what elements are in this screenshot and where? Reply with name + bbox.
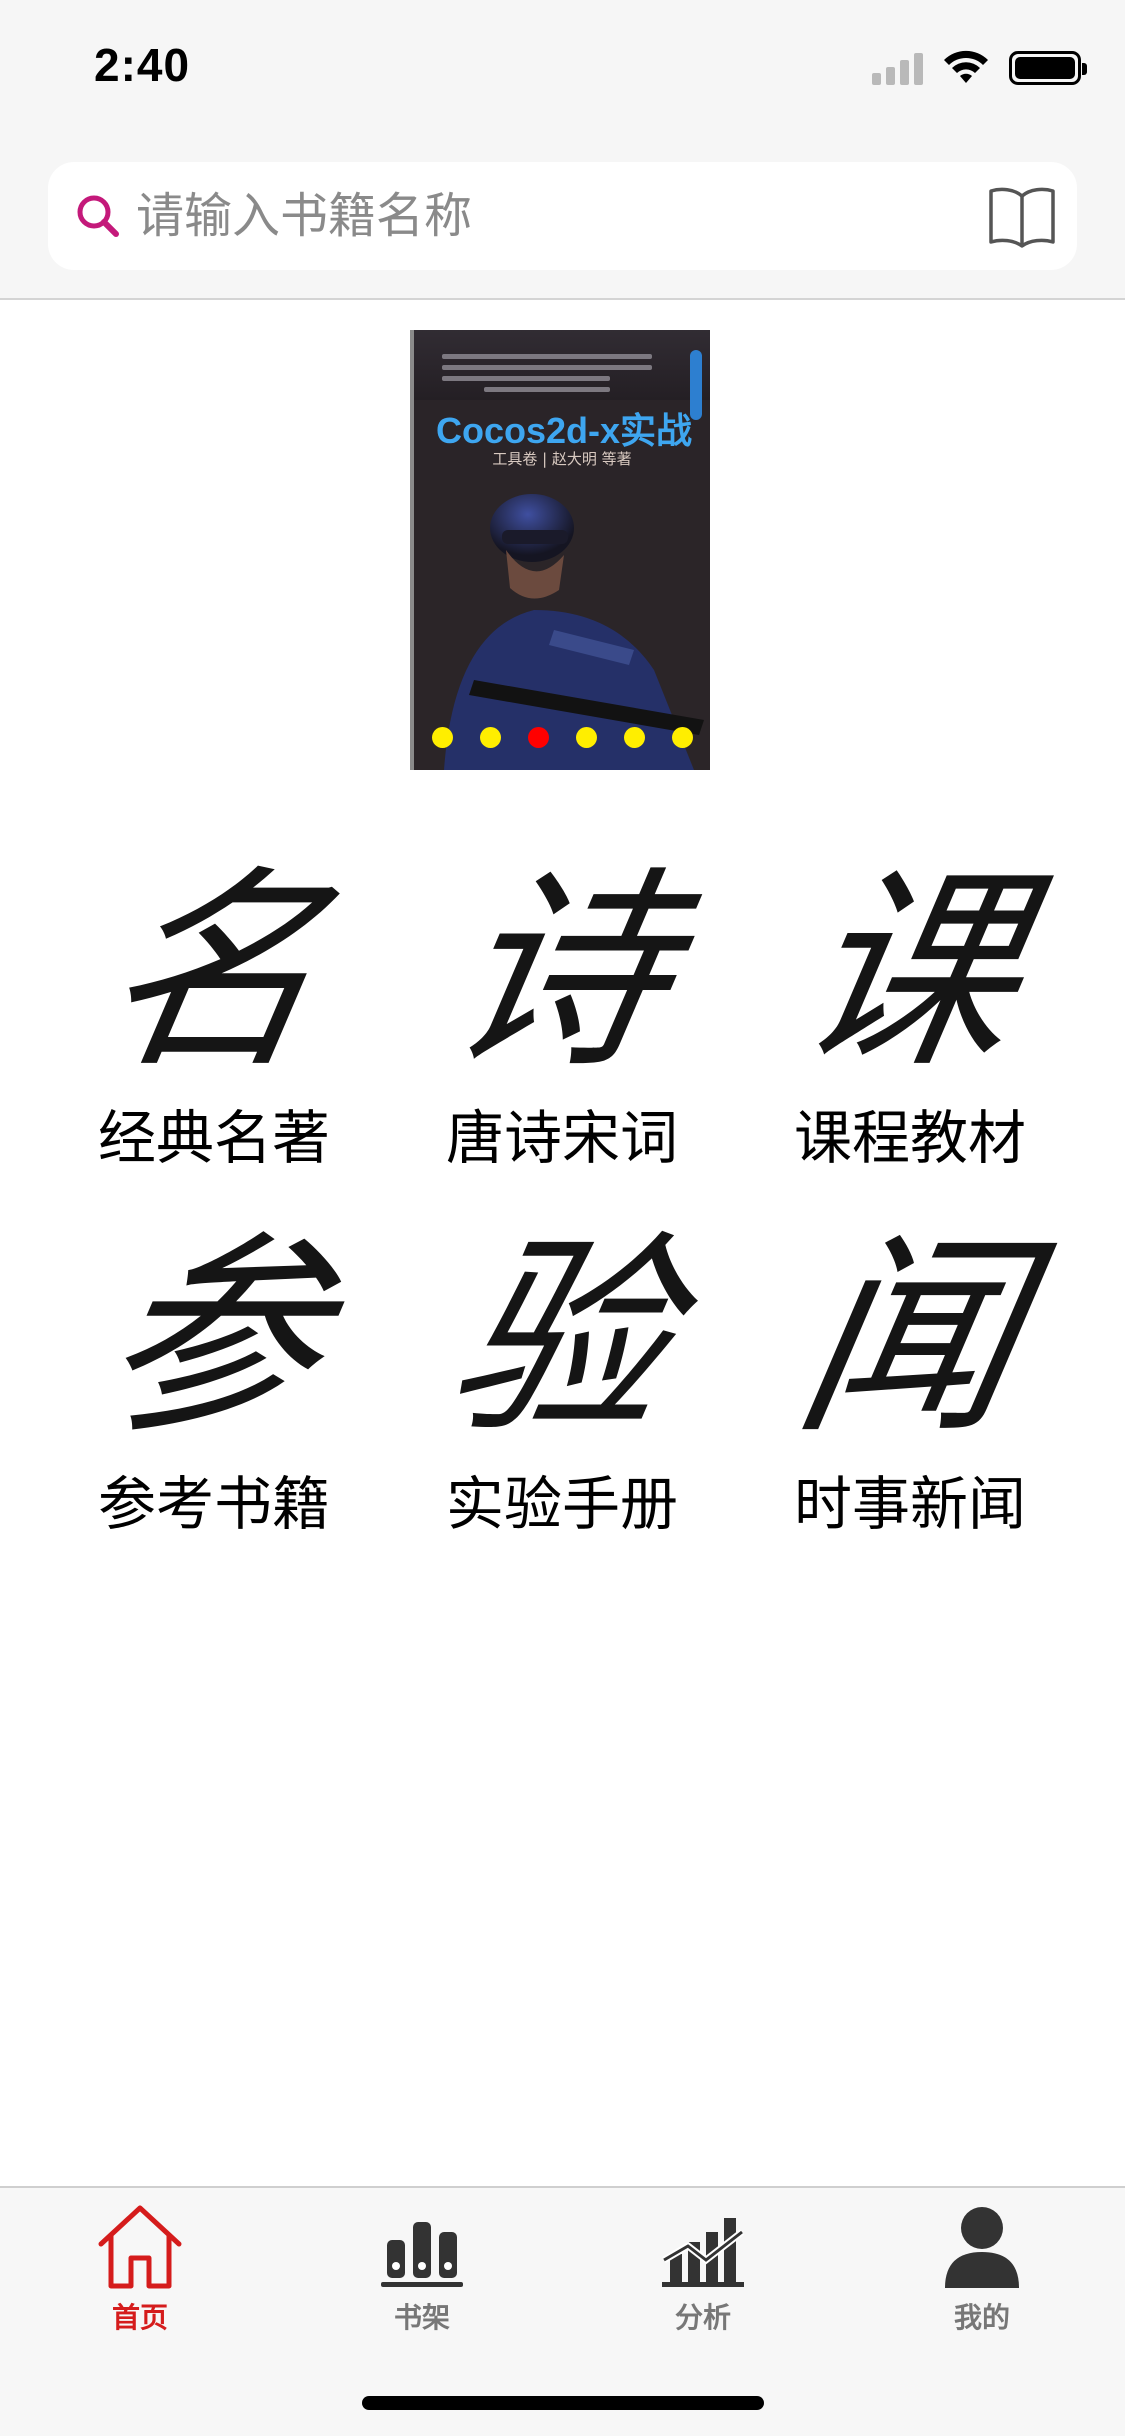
- category-lab-manuals[interactable]: 验 实验手册: [388, 1214, 736, 1554]
- carousel-dot[interactable]: [575, 727, 597, 748]
- home-icon: [98, 2205, 182, 2289]
- tab-label: 我的: [953, 2301, 1010, 2334]
- status-icons: [872, 48, 1087, 88]
- tab-profile[interactable]: 我的: [882, 2202, 1082, 2352]
- wifi-icon: [944, 50, 988, 83]
- category-poetry[interactable]: 诗 唐诗宋词: [388, 848, 736, 1188]
- battery-icon: [1009, 51, 1087, 85]
- carousel-dot[interactable]: [623, 727, 645, 748]
- category-classics[interactable]: 名 经典名著: [40, 848, 388, 1188]
- tab-home[interactable]: 首页: [40, 2202, 240, 2352]
- category-calligraphy-glyph: 诗: [433, 848, 692, 1097]
- category-calligraphy-glyph: 验: [433, 1214, 692, 1463]
- search-icon[interactable]: [70, 188, 126, 244]
- banner-book-title: Cocos2d-x实战: [435, 410, 693, 451]
- profile-icon: [945, 2207, 1019, 2288]
- tab-bookshelf[interactable]: 书架: [322, 2202, 522, 2352]
- banner-book-subtitle: 工具卷 | 赵大明 等著: [492, 450, 632, 468]
- tab-label: 分析: [674, 2301, 731, 2334]
- home-indicator: [362, 2396, 764, 2410]
- analysis-chart-icon: [662, 2218, 745, 2287]
- category-news[interactable]: 闻 时事新闻: [736, 1214, 1084, 1554]
- category-grid: 名 经典名著 诗 唐诗宋词 课 课程教材 参 参考书籍 验 实验手册 闻 时事新…: [40, 848, 1084, 1554]
- carousel-dot-active[interactable]: [527, 727, 549, 748]
- category-textbooks[interactable]: 课 课程教材: [736, 848, 1084, 1188]
- bookshelf-icon: [381, 2222, 463, 2287]
- carousel-dot[interactable]: [479, 727, 501, 748]
- category-label: 时事新闻: [793, 1470, 1026, 1538]
- category-calligraphy-glyph: 闻: [781, 1214, 1040, 1463]
- category-reference[interactable]: 参 参考书籍: [40, 1214, 388, 1554]
- status-time: 2:40: [94, 39, 191, 91]
- category-label: 参考书籍: [97, 1470, 330, 1538]
- category-calligraphy-glyph: 课: [781, 848, 1040, 1097]
- status-bar: 2:40: [0, 0, 1125, 132]
- category-label: 唐诗宋词: [445, 1104, 678, 1172]
- cover-blurb: [442, 354, 652, 398]
- tab-label: 首页: [111, 2301, 168, 2334]
- tab-analysis[interactable]: 分析: [603, 2202, 803, 2352]
- carousel-dot[interactable]: [671, 727, 693, 748]
- category-label: 经典名著: [97, 1104, 330, 1172]
- category-calligraphy-glyph: 参: [85, 1214, 344, 1463]
- book-banner-carousel[interactable]: Cocos2d-x实战 工具卷 | 赵大明 等著: [410, 330, 710, 770]
- tab-label: 书架: [393, 2301, 450, 2334]
- open-book-icon[interactable]: [987, 184, 1057, 248]
- category-calligraphy-glyph: 名: [85, 848, 344, 1097]
- cellular-signal-icon: [872, 51, 923, 85]
- category-label: 课程教材: [793, 1104, 1026, 1172]
- category-label: 实验手册: [445, 1470, 678, 1538]
- header-area: 2:40: [0, 0, 1125, 300]
- search-input[interactable]: [136, 180, 996, 252]
- carousel-page-indicator[interactable]: [414, 727, 710, 748]
- search-bar[interactable]: [48, 162, 1077, 270]
- carousel-dot[interactable]: [431, 727, 453, 748]
